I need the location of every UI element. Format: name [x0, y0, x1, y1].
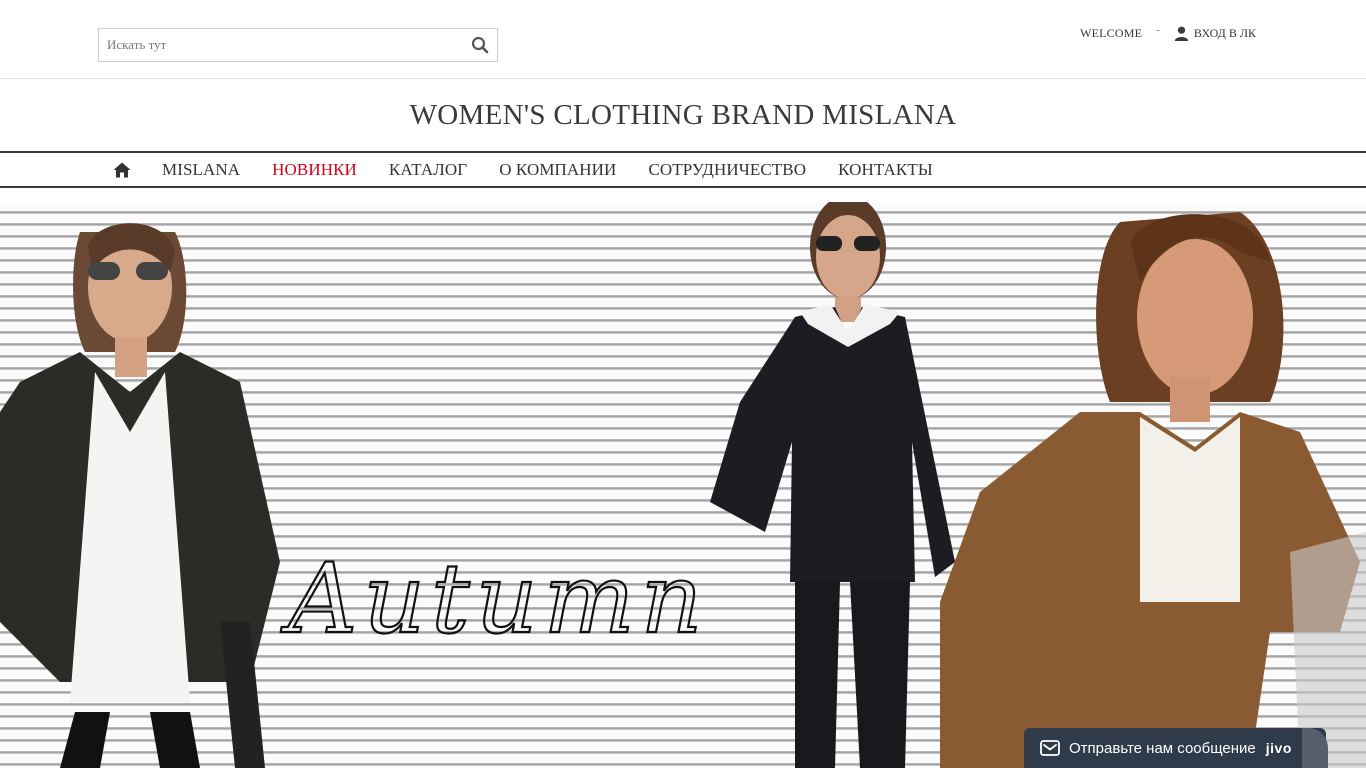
login-link[interactable]: ВХОД В ЛК: [1174, 26, 1256, 41]
model-left-image: [0, 223, 280, 768]
mail-icon: [1040, 740, 1060, 756]
main-menu: MISLANA НОВИНКИ КАТАЛОГ О КОМПАНИИ СОТРУ…: [0, 151, 1366, 188]
login-label: ВХОД В ЛК: [1193, 25, 1256, 40]
menu-item-about[interactable]: О КОМПАНИИ: [499, 160, 616, 180]
model-right-image: [940, 212, 1366, 768]
search-input[interactable]: [99, 29, 459, 61]
chat-widget-button[interactable]: Отправьте нам сообщение jivo: [1024, 728, 1326, 768]
menu-item-cooperation[interactable]: СОТРУДНИЧЕСТВО: [648, 160, 806, 180]
menu-home-link[interactable]: [113, 161, 131, 179]
top-nav: WELCOME - ВХОД В ЛК: [1080, 24, 1256, 42]
main-menu-list: MISLANA НОВИНКИ КАТАЛОГ О КОМПАНИИ СОТРУ…: [113, 153, 965, 186]
search-box: [98, 28, 498, 62]
menu-item-catalog[interactable]: КАТАЛОГ: [389, 160, 467, 180]
site-title[interactable]: WOMEN'S CLOTHING BRAND MISLANA: [0, 80, 1366, 151]
hero-caption: Autumn: [279, 542, 708, 656]
top-bar: WELCOME - ВХОД В ЛК: [0, 0, 1366, 79]
menu-item-contacts[interactable]: КОНТАКТЫ: [838, 160, 933, 180]
search-button[interactable]: [471, 36, 491, 56]
hero-caption-text: Autumn: [280, 543, 708, 655]
chat-widget-text: Отправьте нам сообщение: [1069, 739, 1256, 757]
chat-widget-logo: jivo: [1265, 740, 1292, 756]
menu-item-novinki[interactable]: НОВИНКИ: [272, 160, 357, 180]
brand-area: WOMEN'S CLOTHING BRAND MISLANA: [0, 80, 1366, 151]
welcome-text: WELCOME: [1080, 25, 1143, 40]
menu-item-mislana[interactable]: MISLANA: [162, 160, 240, 180]
top-nav-separator: -: [1156, 24, 1160, 36]
home-icon: [113, 162, 131, 177]
user-icon: [1174, 26, 1189, 41]
hero-banner[interactable]: Autumn: [0, 202, 1366, 768]
search-icon: [471, 36, 489, 54]
